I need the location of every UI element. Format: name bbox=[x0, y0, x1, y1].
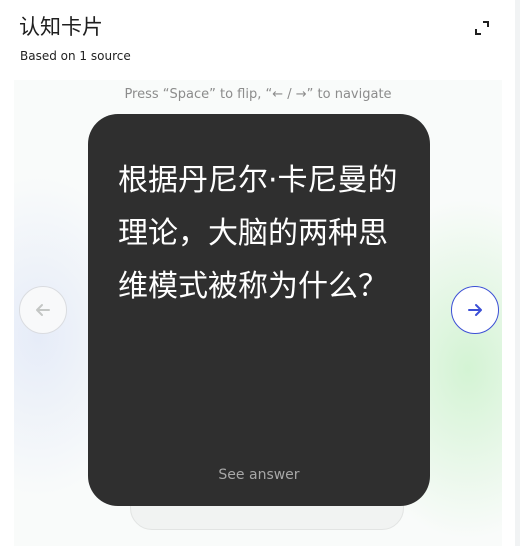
see-answer-button[interactable]: See answer bbox=[88, 465, 430, 485]
arrow-left-icon bbox=[36, 304, 50, 316]
previous-card-button[interactable] bbox=[19, 286, 67, 334]
flashcard-question: 根据丹尼尔·卡尼曼的理论，大脑的两种思维模式被称为什么？ bbox=[118, 163, 398, 304]
expand-button[interactable] bbox=[470, 16, 494, 40]
keyboard-hint: Press “Space” to flip, “← / →” to naviga… bbox=[124, 87, 392, 102]
arrow-right-icon bbox=[468, 304, 482, 316]
flashcard[interactable]: 根据丹尼尔·卡尼曼的理论，大脑的两种思维模式被称为什么？ See answer bbox=[88, 114, 430, 506]
flashcard-stage: Press “Space” to flip, “← / →” to naviga… bbox=[14, 80, 502, 546]
expand-icon bbox=[475, 21, 489, 35]
panel-edge bbox=[515, 0, 520, 546]
source-count-label: Based on 1 source bbox=[20, 49, 131, 63]
panel-title: 认知卡片 bbox=[19, 15, 103, 39]
next-card-button[interactable] bbox=[451, 286, 499, 334]
